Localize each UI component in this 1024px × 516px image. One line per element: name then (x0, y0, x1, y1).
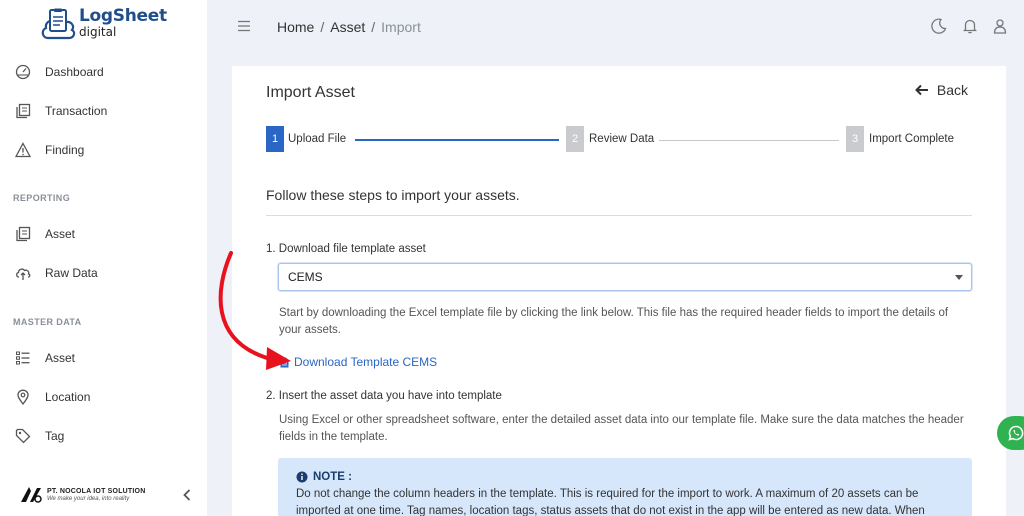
whatsapp-chat-button[interactable] (997, 416, 1024, 450)
step2-description: Using Excel or other spreadsheet softwar… (279, 414, 964, 443)
logsheet-logo-icon (41, 8, 76, 40)
download-link-label: Download Template CEMS (294, 355, 438, 369)
breadcrumb-home[interactable]: Home (277, 19, 314, 35)
cloud-upload-icon (16, 268, 31, 280)
section-label-reporting: REPORTING (13, 193, 71, 203)
tag-icon (15, 428, 31, 444)
dropdown-caret-icon (955, 275, 963, 280)
page-title: Import Asset (266, 84, 355, 101)
template-select[interactable]: CEMS (278, 263, 972, 291)
note-title-text: NOTE : (313, 471, 352, 483)
step-3-number: 3 (846, 126, 864, 152)
template-select-value: CEMS (288, 270, 323, 284)
breadcrumb-asset[interactable]: Asset (330, 19, 365, 35)
hamburger-menu-icon[interactable] (237, 19, 251, 33)
breadcrumb-import: Import (381, 19, 421, 35)
sidebar-item-label: Transaction (45, 104, 108, 118)
notification-bell-icon[interactable] (962, 18, 978, 34)
company-name: PT. NOCOLA IOT SOLUTION (47, 488, 146, 495)
note-box: NOTE : Do not change the column headers … (278, 458, 972, 516)
map-pin-icon (17, 389, 29, 405)
asset-copy-icon (16, 226, 31, 242)
note-title: NOTE : (296, 471, 954, 483)
note-body: Do not change the column headers in the … (296, 488, 925, 516)
sidebar-item-label: Asset (45, 227, 76, 241)
step1-description: Start by downloading the Excel template … (279, 307, 949, 336)
transaction-copy-icon (16, 103, 31, 119)
file-icon (280, 357, 289, 367)
company-brand: PT. NOCOLA IOT SOLUTION We make your ide… (18, 484, 145, 506)
sidebar-item-finding[interactable]: Finding (0, 136, 207, 164)
warning-triangle-icon (15, 142, 31, 158)
brand-subtitle: digital (79, 25, 117, 39)
download-template-link[interactable]: Download Template CEMS (280, 355, 437, 369)
topbar: Home / Asset / Import (207, 0, 1024, 54)
sidebar-item-label: Dashboard (45, 65, 104, 79)
list-icon (16, 351, 30, 365)
step-3-label: Import Complete (869, 133, 955, 145)
step-1-number: 1 (266, 126, 284, 152)
step-2-progress-line (659, 140, 839, 141)
step-2-label: Review Data (589, 133, 655, 145)
steps-heading: Follow these steps to import your assets… (266, 187, 520, 203)
sidebar-item-master-asset[interactable]: Asset (0, 344, 207, 372)
step1-title: 1. Download file template asset (266, 243, 426, 255)
breadcrumb-separator: / (320, 19, 325, 35)
sidebar-item-transaction[interactable]: Transaction (0, 97, 207, 125)
dark-mode-moon-icon[interactable] (931, 18, 947, 34)
sidebar-item-label: Location (45, 390, 91, 404)
app-logo[interactable]: LogSheet digital (40, 8, 167, 42)
back-label: Back (936, 82, 968, 98)
arrow-left-icon (914, 84, 928, 96)
sidebar-item-dashboard[interactable]: Dashboard (0, 58, 207, 86)
dashboard-gauge-icon (15, 64, 31, 80)
sidebar-item-label: Finding (45, 143, 85, 157)
breadcrumb-separator: / (371, 19, 376, 35)
section-label-master-data: MASTER DATA (13, 317, 82, 327)
whatsapp-icon (1008, 425, 1024, 441)
sidebar-item-raw-data[interactable]: Raw Data (0, 259, 207, 287)
sidebar-item-reporting-asset[interactable]: Asset (0, 220, 207, 248)
step-1-label: Upload File (288, 133, 347, 145)
nocola-logo-icon (21, 487, 42, 503)
sidebar: LogSheet digital Dashboard Transaction F… (0, 0, 207, 516)
divider (266, 215, 972, 216)
import-card: Import Asset Back 1 Upload File 2 Review… (232, 66, 1006, 516)
sidebar-item-label: Tag (45, 429, 65, 443)
breadcrumb: Home / Asset / Import (277, 19, 421, 35)
step-2-number: 2 (566, 126, 584, 152)
step2-title: 2. Insert the asset data you have into t… (266, 390, 502, 402)
sidebar-item-location[interactable]: Location (0, 383, 207, 411)
info-circle-icon (296, 471, 308, 483)
company-tagline: We make your idea, into reality (47, 496, 130, 502)
sidebar-item-tag[interactable]: Tag (0, 422, 207, 450)
step-1-progress-line (355, 139, 559, 141)
sidebar-collapse-chevron-icon[interactable] (180, 487, 194, 503)
user-profile-icon[interactable] (992, 18, 1008, 34)
sidebar-item-label: Asset (45, 351, 76, 365)
sidebar-item-label: Raw Data (45, 266, 98, 280)
brand-title: LogSheet (79, 6, 167, 26)
back-button[interactable]: Back (914, 82, 968, 98)
